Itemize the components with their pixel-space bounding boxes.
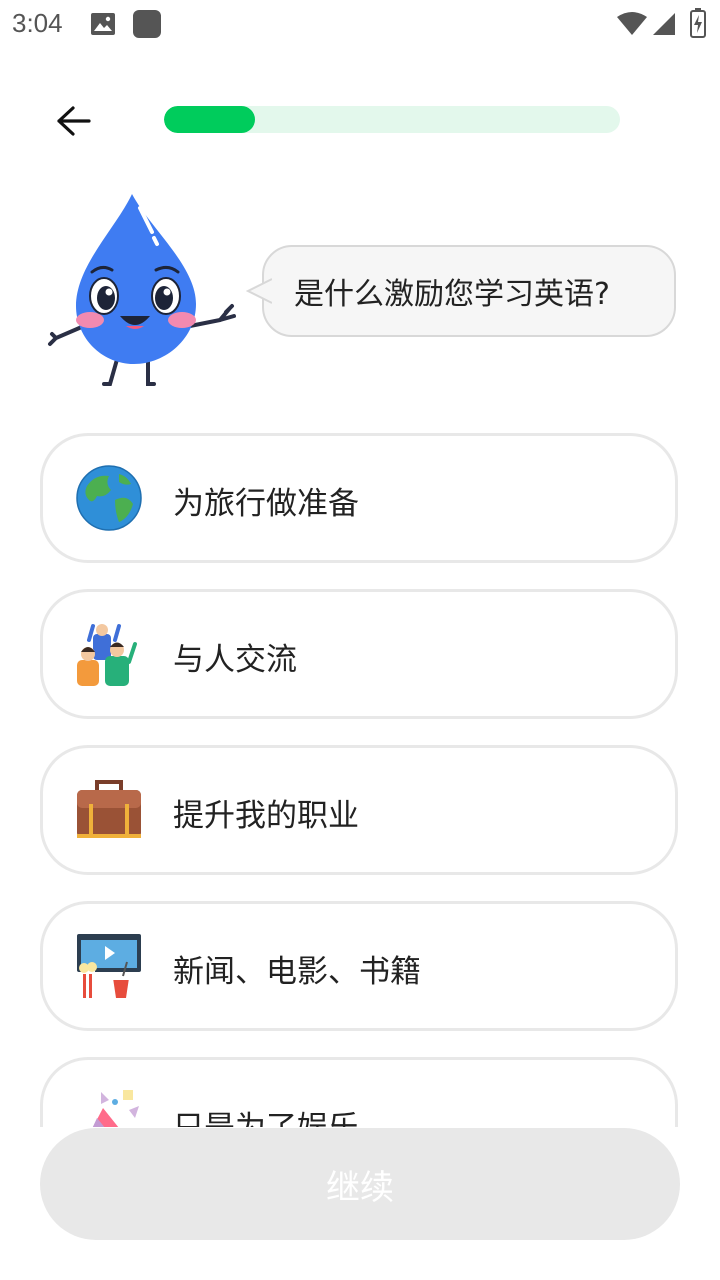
option-label: 新闻、电影、书籍 — [173, 954, 421, 990]
party-icon — [92, 1090, 139, 1127]
globe-icon — [76, 465, 142, 531]
people-icon — [77, 624, 137, 686]
options-list: 为旅行做准备 与人交流 提升我的职业 新闻、电影、书籍 — [0, 0, 720, 1127]
briefcase-icon — [77, 780, 141, 838]
continue-button[interactable]: 继续 — [40, 1128, 680, 1240]
option-travel[interactable]: 为旅行做准备 — [40, 433, 678, 563]
option-label: 提升我的职业 — [173, 798, 359, 834]
option-media[interactable]: 新闻、电影、书籍 — [40, 901, 678, 1031]
option-career[interactable]: 提升我的职业 — [40, 745, 678, 875]
option-label: 与人交流 — [173, 642, 297, 678]
option-communicate[interactable]: 与人交流 — [40, 589, 678, 719]
speech-bubble-tail — [246, 278, 272, 304]
movie-icon — [77, 934, 141, 998]
option-fun[interactable]: 只是为了娱乐 — [40, 1057, 678, 1127]
option-label: 为旅行做准备 — [173, 486, 359, 522]
option-label: 只是为了娱乐 — [173, 1102, 359, 1127]
